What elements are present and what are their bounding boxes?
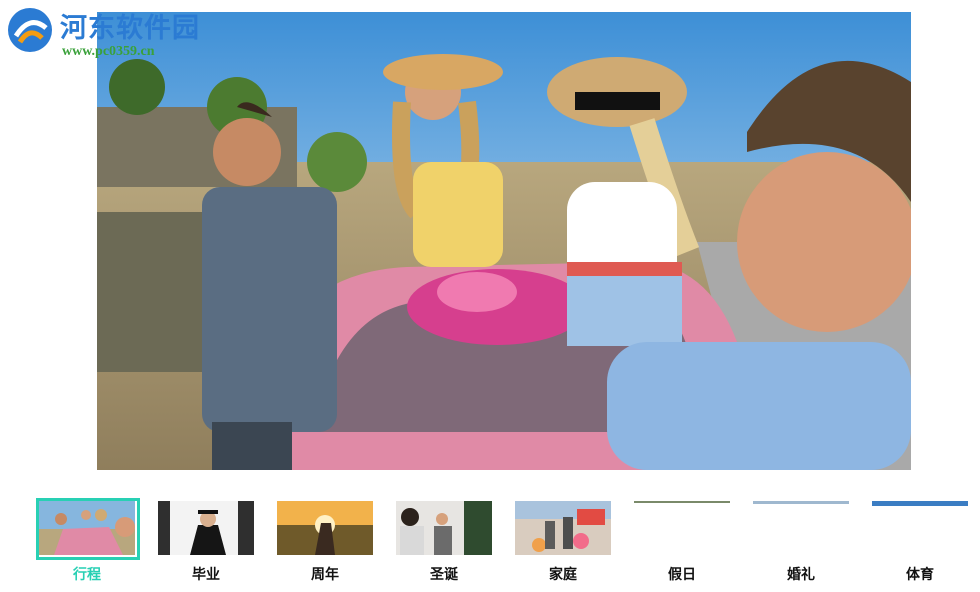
thumbnail-trip[interactable]: 行程: [36, 498, 140, 588]
thumbnail-image-wedding: [753, 501, 849, 555]
thumbnail-image-christmas: [396, 501, 492, 555]
thumbnail-holiday[interactable]: 假日: [631, 498, 733, 588]
thumbnail-label: 圣诞: [430, 567, 458, 583]
thumbnail-selected-border: [36, 498, 140, 560]
thumbnail-graduation[interactable]: 毕业: [155, 498, 257, 588]
thumbnail-christmas[interactable]: 圣诞: [393, 498, 495, 588]
thumbnail-sports[interactable]: 体育: [869, 498, 971, 588]
thumbnail-image-anniversary: [277, 501, 373, 555]
thumbnail-label: 毕业: [192, 567, 220, 583]
thumbnail-label: 体育: [906, 567, 934, 583]
main-photo: [97, 12, 911, 470]
thumbnail-anniversary[interactable]: 周年: [274, 498, 376, 588]
thumbnail-wedding[interactable]: 婚礼: [750, 498, 852, 588]
watermark-logo: 河东软件园 www.pc0359.cn: [0, 0, 220, 70]
thumbnail-family[interactable]: 家庭: [512, 498, 614, 588]
thumbnail-image-holiday: [634, 501, 730, 555]
thumbnail-image-graduation: [158, 501, 254, 555]
watermark-title: 河东软件园: [60, 13, 200, 44]
watermark-url: www.pc0359.cn: [62, 44, 155, 59]
thumbnail-label: 婚礼: [787, 567, 815, 583]
thumbnail-label: 家庭: [549, 567, 577, 583]
thumbnail-strip: 行程 毕业 周年 圣诞 家庭 假日 婚礼 体育: [0, 498, 980, 592]
thumbnail-label: 行程: [73, 567, 101, 583]
thumbnail-label: 周年: [311, 567, 339, 583]
thumbnail-image-sports: [872, 501, 968, 555]
site-logo-icon: [8, 8, 52, 52]
thumbnail-label: 假日: [668, 567, 696, 583]
thumbnail-image-family: [515, 501, 611, 555]
